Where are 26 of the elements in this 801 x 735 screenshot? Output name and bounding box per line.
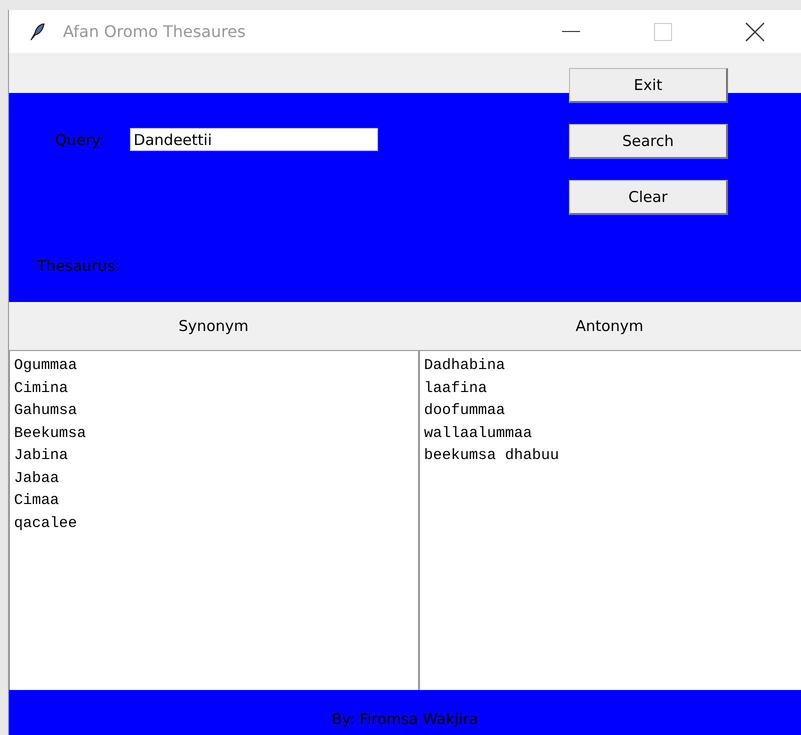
list-item[interactable]: beekumsa dhabuu: [424, 445, 797, 468]
query-field[interactable]: Dandeettii: [130, 128, 378, 151]
list-item[interactable]: Beekumsa: [14, 422, 414, 445]
query-label: Query:: [55, 130, 105, 148]
antonym-list[interactable]: Dadhabina laafina doofummaa wallaalummaa beekumsa dhabuu: [418, 350, 801, 690]
author-credit: By: Firomsa Wakjira: [332, 710, 478, 728]
list-item[interactable]: laafina: [424, 378, 797, 400]
list-item[interactable]: qacalee: [14, 512, 414, 535]
list-item[interactable]: Dadhabina: [424, 355, 797, 378]
list-item[interactable]: Gahumsa: [14, 400, 414, 422]
list-item[interactable]: Jabaa: [14, 468, 414, 490]
list-item[interactable]: Ogummaa: [14, 355, 414, 378]
window-title: Afan Oromo Thesaures: [63, 22, 247, 41]
synonym-list[interactable]: Ogummaa Cimina Gahumsa Beekumsa Jabina Jabaa Cimaa qacalee: [9, 350, 418, 690]
list-item[interactable]: Jabina: [14, 445, 414, 468]
thesaurus-label: Thesaurus:: [36, 257, 121, 275]
action-button[interactable]: Exit: [569, 68, 728, 103]
action-button[interactable]: Search: [569, 124, 728, 159]
list-item[interactable]: wallaalummaa: [424, 422, 797, 445]
action-button[interactable]: Clear: [569, 180, 728, 215]
list-item[interactable]: Cimaa: [14, 490, 414, 512]
list-item[interactable]: Cimina: [14, 378, 414, 400]
list-item[interactable]: doofummaa: [424, 400, 797, 422]
column-heading: Antonym: [574, 317, 644, 335]
column-heading: Synonym: [177, 317, 250, 335]
feather-icon: [29, 22, 45, 40]
